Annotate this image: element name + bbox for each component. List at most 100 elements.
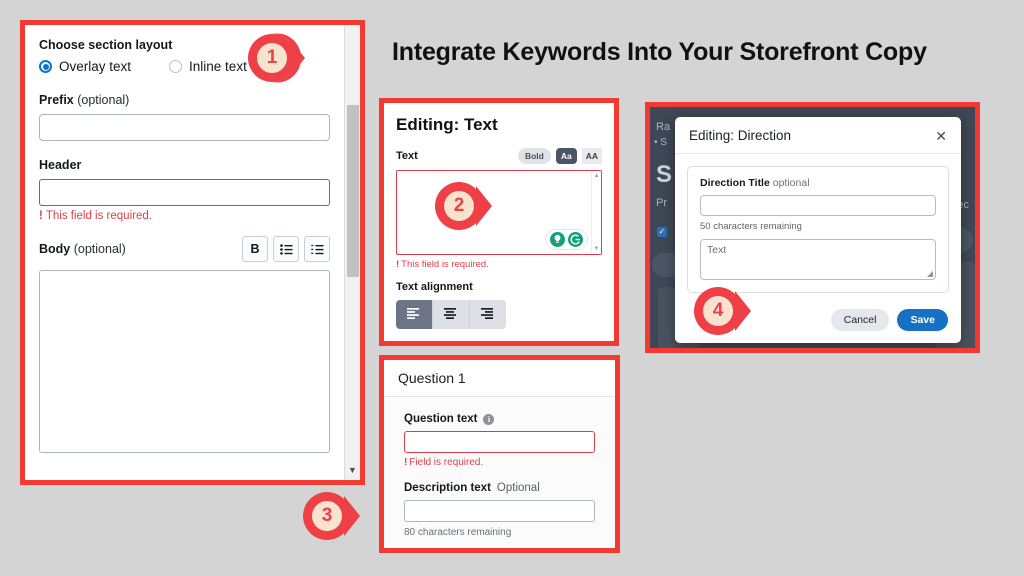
callout-badge-3: 3: [303, 490, 362, 542]
question-text-input[interactable]: [404, 431, 595, 453]
question-text-label: Question text i: [404, 413, 595, 425]
direction-text-textarea[interactable]: Text ◢: [700, 239, 936, 280]
prefix-optional-text: (optional): [77, 93, 130, 107]
font-size-small-button[interactable]: Aa: [555, 148, 577, 164]
description-characters-remaining: 80 characters remaining: [404, 527, 512, 538]
body-label-text: Body: [39, 242, 71, 256]
header-input[interactable]: [39, 179, 330, 206]
radio-overlay-text[interactable]: Overlay text: [39, 59, 131, 74]
prefix-input[interactable]: [39, 114, 330, 141]
radio-inline-text[interactable]: Inline text: [169, 59, 247, 74]
direction-characters-remaining: 50 characters remaining: [700, 221, 802, 232]
body-label: Body (optional): [39, 242, 126, 256]
direction-fields-card: Direction Title optional 50 characters r…: [687, 166, 949, 293]
backdrop-text-line3: Pr: [656, 197, 667, 209]
backdrop-text-line2: • S: [654, 137, 667, 148]
annotated-panel-editing-text: Editing: Text Text Bold Aa AA ▲ ▼ ! This…: [379, 98, 619, 346]
text-style-controls: Bold Aa AA: [517, 148, 602, 164]
annotated-panel-section-layout: Choose section layout Overlay text Inlin…: [20, 20, 365, 485]
description-text-input[interactable]: [404, 500, 595, 522]
bold-button[interactable]: B: [242, 236, 268, 262]
bulleted-list-button[interactable]: [273, 236, 299, 262]
scroll-down-arrow-icon[interactable]: ▼: [345, 465, 360, 475]
numbered-list-button[interactable]: [304, 236, 330, 262]
scroll-up-arrow-icon[interactable]: ▲: [594, 173, 600, 179]
section-layout-radio-group: Overlay text Inline text: [39, 59, 330, 74]
section-layout-fields: Choose section layout Overlay text Inlin…: [25, 25, 344, 480]
radio-inline-text-label: Inline text: [189, 59, 247, 74]
text-area-scrollbar[interactable]: ▲ ▼: [591, 171, 601, 254]
body-textarea[interactable]: [39, 270, 330, 453]
modal-header: Editing: Direction ✕: [675, 117, 961, 154]
info-icon[interactable]: i: [483, 413, 495, 425]
question-form: Question 1 Question text i ! Field is req…: [384, 360, 615, 548]
radio-unselected-icon: [169, 60, 183, 73]
numbered-list-icon: [310, 244, 324, 255]
page-title: Integrate Keywords Into Your Storefront …: [392, 38, 927, 66]
editing-direction-modal: Editing: Direction ✕ Direction Title opt…: [675, 117, 961, 343]
bold-pill-button[interactable]: Bold: [517, 148, 551, 164]
rich-text-toolbar: B: [242, 236, 330, 262]
text-error-text: This field is required.: [401, 259, 489, 270]
modal-footer: Cancel Save: [675, 299, 961, 343]
section-layout-form: Choose section layout Overlay text Inlin…: [25, 25, 360, 480]
align-center-icon: [444, 306, 458, 324]
save-button[interactable]: Save: [897, 309, 948, 331]
panel1-scrollbar-thumb[interactable]: [347, 105, 359, 277]
scroll-down-arrow-icon[interactable]: ▼: [594, 246, 600, 252]
grammarly-icon[interactable]: [568, 232, 583, 247]
prefix-label-text: Prefix: [39, 93, 74, 107]
direction-title-input[interactable]: [700, 195, 936, 216]
prefix-label: Prefix (optional): [39, 93, 330, 107]
radio-selected-icon: [39, 60, 52, 73]
callout-3-shape: [303, 492, 360, 540]
description-text-label-text: Description text: [404, 482, 491, 494]
question-text-label-text: Question text: [404, 413, 478, 425]
question-error-text: Field is required.: [409, 457, 484, 468]
backdrop-checkbox: ✓: [657, 227, 667, 237]
modal-title: Editing: Direction: [689, 128, 792, 143]
modal-body: Direction Title optional 50 characters r…: [675, 154, 961, 299]
body-label-row: Body (optional) B: [39, 236, 330, 262]
font-size-large-button[interactable]: AA: [581, 148, 602, 164]
resize-grip-icon[interactable]: ◢: [927, 269, 933, 278]
error-exclamation-icon: !: [404, 457, 408, 468]
question-fields: Question text i ! Field is required. Desc…: [384, 397, 615, 548]
editing-text-title: Editing: Text: [396, 115, 498, 134]
section-layout-label: Choose section layout: [39, 38, 173, 52]
screenshot-canvas: Integrate Keywords Into Your Storefront …: [0, 0, 1024, 576]
align-center-button[interactable]: [433, 300, 470, 329]
editing-text-form: Editing: Text Text Bold Aa AA ▲ ▼ ! This…: [384, 103, 614, 341]
align-left-button[interactable]: [396, 300, 433, 329]
annotated-panel-editing-direction: Ra • S S Pr ✓ direc Editing: Direction ✕…: [645, 102, 980, 353]
align-right-button[interactable]: [470, 300, 506, 329]
cancel-button[interactable]: Cancel: [830, 309, 890, 331]
description-optional-text: Optional: [496, 482, 540, 494]
backdrop-text-big: S: [656, 161, 673, 188]
direction-title-label: Direction Title optional: [700, 177, 936, 189]
text-alignment-label: Text alignment: [396, 281, 473, 293]
question-error-message: ! Field is required.: [404, 457, 595, 468]
description-text-label: Description text Optional: [404, 482, 595, 494]
error-exclamation-icon: !: [396, 259, 400, 270]
body-optional-text: (optional): [73, 242, 126, 256]
callout-3-number: 3: [321, 505, 333, 526]
close-icon[interactable]: ✕: [935, 129, 947, 143]
text-field-header-row: Text Bold Aa AA: [396, 148, 602, 164]
bulleted-list-icon: [279, 243, 293, 255]
align-right-icon: [481, 306, 495, 324]
question-header: Question 1: [384, 360, 615, 397]
lightbulb-icon[interactable]: [550, 232, 565, 247]
error-exclamation-icon: !: [39, 210, 43, 222]
radio-overlay-text-label: Overlay text: [59, 59, 132, 74]
direction-text-placeholder: Text: [707, 244, 727, 256]
header-error-message: ! This field is required.: [39, 210, 330, 222]
panel1-scrollbar[interactable]: ▼: [344, 25, 360, 480]
text-input-area[interactable]: ▲ ▼: [396, 170, 602, 255]
direction-title-optional-text: optional: [772, 177, 810, 189]
direction-title-label-text: Direction Title: [700, 177, 770, 189]
header-error-text: This field is required.: [45, 210, 152, 222]
header-label: Header: [39, 158, 82, 172]
bold-icon: B: [250, 242, 260, 256]
text-field-label: Text: [396, 150, 418, 162]
